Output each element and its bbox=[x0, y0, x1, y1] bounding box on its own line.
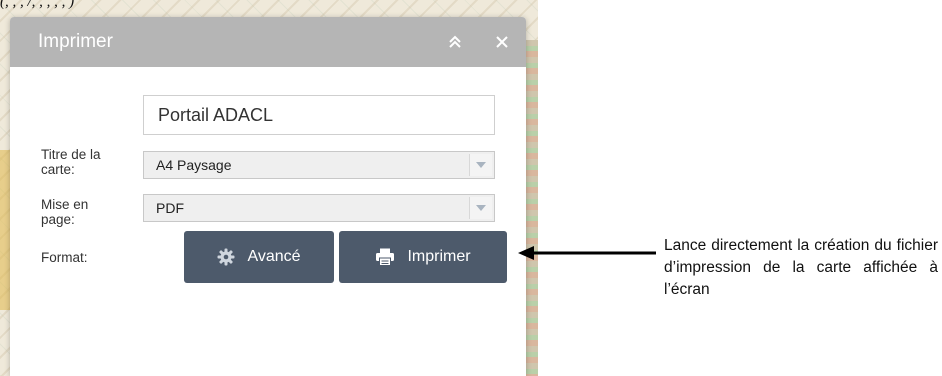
layout-select-value: A4 Paysage bbox=[156, 157, 232, 173]
format-label: Format: bbox=[41, 250, 88, 265]
map-edge-strip bbox=[526, 40, 538, 376]
advanced-button-label: Avancé bbox=[247, 248, 301, 265]
top-caption: (, , , /, , , , , ) bbox=[0, 0, 75, 10]
advanced-button[interactable]: Avancé bbox=[184, 231, 334, 283]
chevron-down-icon[interactable] bbox=[469, 197, 492, 219]
layout-select[interactable]: A4 Paysage bbox=[143, 151, 495, 179]
print-button-label: Imprimer bbox=[407, 248, 471, 265]
dialog-title: Imprimer bbox=[38, 31, 113, 52]
chevron-down-icon[interactable] bbox=[469, 154, 492, 176]
print-dialog: Imprimer Titre de la carte: Mise en page… bbox=[10, 17, 526, 376]
layout-label: Mise en page: bbox=[41, 197, 89, 227]
gear-icon bbox=[217, 248, 235, 266]
close-icon[interactable] bbox=[489, 29, 515, 55]
format-select[interactable]: PDF bbox=[143, 194, 495, 222]
printer-icon bbox=[375, 248, 395, 266]
annotation-arrow bbox=[518, 246, 656, 260]
double-chevron-up-icon[interactable] bbox=[442, 29, 468, 55]
title-label: Titre de la carte: bbox=[41, 147, 101, 177]
map-title-input[interactable] bbox=[143, 95, 495, 135]
print-button[interactable]: Imprimer bbox=[339, 231, 507, 283]
dialog-header: Imprimer bbox=[10, 17, 526, 67]
annotation-text: Lance directement la création du fichier… bbox=[664, 237, 938, 298]
format-select-value: PDF bbox=[156, 200, 184, 216]
